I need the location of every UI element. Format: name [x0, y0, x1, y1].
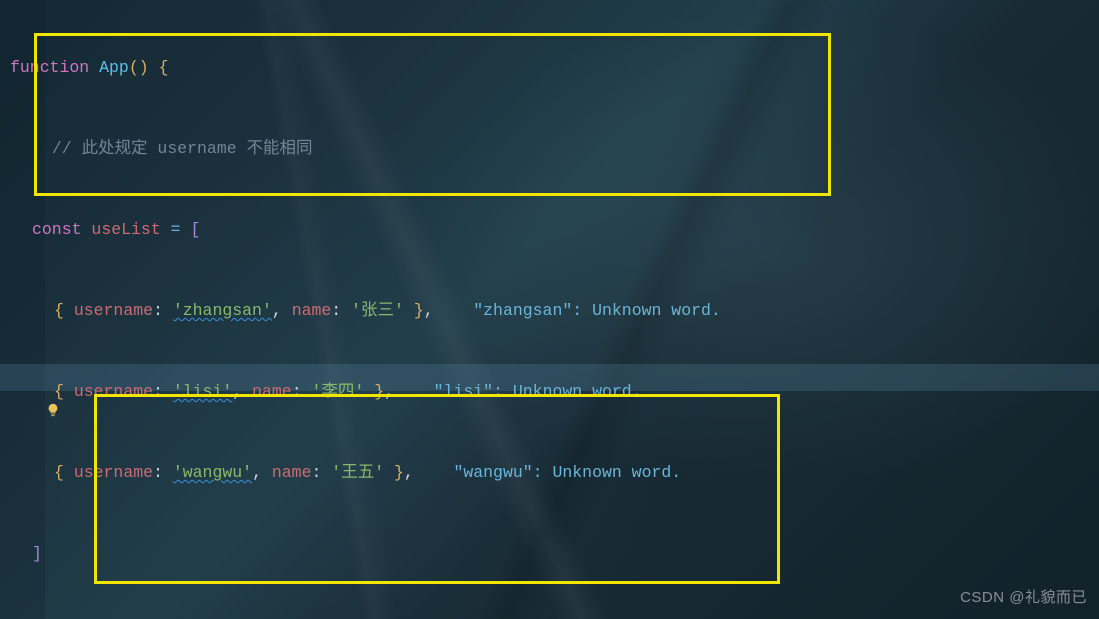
brace: } [374, 382, 384, 401]
code-line[interactable]: { username: 'wangwu', name: '王五' }, "wan… [0, 459, 765, 486]
code-line[interactable]: { username: 'zhangsan', name: '张三' }, "z… [0, 297, 765, 324]
colon: : [153, 382, 163, 401]
code-line[interactable]: const useList = [ [0, 216, 765, 243]
property: name [292, 301, 332, 320]
code-area[interactable]: function App() { // 此处规定 username 不能相同 c… [0, 0, 765, 619]
string: '张三' [351, 301, 404, 320]
colon: : [331, 301, 341, 320]
colon: : [311, 463, 321, 482]
comma: , [404, 463, 414, 482]
parens: () [129, 58, 149, 77]
string: 'zhangsan' [173, 301, 272, 320]
keyword: function [10, 58, 89, 77]
watermark: CSDN @礼貌而已 [960, 584, 1087, 611]
function-name: App [99, 58, 129, 77]
brace: } [414, 301, 424, 320]
brace: } [394, 463, 404, 482]
comma: , [384, 382, 394, 401]
comma: , [252, 463, 262, 482]
property: username [74, 463, 153, 482]
variable: useList [91, 220, 160, 239]
keyword: const [32, 220, 82, 239]
colon: : [153, 463, 163, 482]
comma: , [424, 301, 434, 320]
bracket: ] [32, 544, 42, 563]
code-line[interactable]: ] [0, 540, 765, 567]
code-line[interactable]: { username: 'lisi', name: '李四' }, "lisi"… [0, 378, 765, 405]
property: name [252, 382, 292, 401]
brace: { [159, 58, 169, 77]
colon: : [153, 301, 163, 320]
code-line[interactable]: // 此处规定 username 不能相同 [0, 135, 765, 162]
brace: { [54, 463, 64, 482]
lint-hint: "zhangsan": Unknown word. [473, 301, 721, 320]
property: username [74, 301, 153, 320]
string: '李四' [312, 382, 365, 401]
string: 'wangwu' [173, 463, 252, 482]
code-line[interactable]: function App() { [0, 54, 765, 81]
bracket: [ [190, 220, 200, 239]
operator: = [171, 220, 181, 239]
comma: , [232, 382, 242, 401]
comment: // 此处规定 username 不能相同 [52, 139, 313, 158]
comma: , [272, 301, 282, 320]
property: username [74, 382, 153, 401]
property: name [272, 463, 312, 482]
lint-hint: "wangwu": Unknown word. [453, 463, 681, 482]
string: 'lisi' [173, 382, 232, 401]
brace: { [54, 382, 64, 401]
string: '王五' [331, 463, 384, 482]
colon: : [292, 382, 302, 401]
brace: { [54, 301, 64, 320]
lint-hint: "lisi": Unknown word. [434, 382, 642, 401]
